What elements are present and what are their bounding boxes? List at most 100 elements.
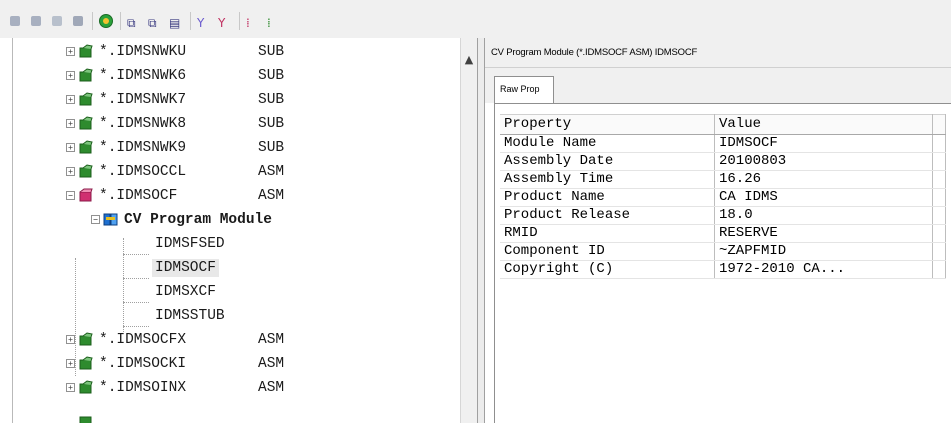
- expand-icon[interactable]: +: [66, 71, 75, 80]
- tree-item[interactable]: + *.IDMSNWK7 SUB: [13, 89, 453, 111]
- tree-item[interactable]: + *.IDMSNWK8 SUB: [13, 113, 453, 135]
- tree-leaf[interactable]: IDMSFSED: [13, 233, 453, 255]
- value-cell: 18.0: [714, 206, 933, 225]
- tree-item[interactable]: + *.IDMSOCKI ASM: [13, 353, 453, 375]
- tree-item-partial[interactable]: [13, 413, 453, 423]
- expand-icon[interactable]: ⁞: [246, 14, 260, 30]
- module-icon: [79, 416, 92, 423]
- tab-raw-prop[interactable]: Raw Prop: [494, 76, 554, 103]
- tree-item[interactable]: + *.IDMSOCCL ASM: [13, 161, 453, 183]
- extra-cell: [932, 260, 946, 279]
- tree-view-icon[interactable]: [50, 14, 64, 28]
- column-header-value[interactable]: Value: [714, 114, 933, 135]
- copy-icon[interactable]: ⧉: [127, 14, 141, 30]
- table-row[interactable]: Copyright (C) 1972-2010 CA...: [500, 260, 946, 279]
- filter-clear-icon[interactable]: Y: [218, 14, 232, 30]
- value-cell: 20100803: [714, 152, 933, 171]
- module-icon: [79, 116, 93, 130]
- tree-item[interactable]: + *.IDMSOINX ASM: [13, 377, 453, 399]
- tree-item-label: *.IDMSOCKI: [99, 356, 187, 372]
- properties-icon[interactable]: ▤: [169, 14, 183, 30]
- tree-item-type: ASM: [258, 188, 285, 204]
- property-cell: Product Release: [500, 206, 715, 225]
- value-cell: ~ZAPFMID: [714, 242, 933, 261]
- property-cell: Component ID: [500, 242, 715, 261]
- globe-refresh-icon[interactable]: [99, 14, 113, 28]
- table-row[interactable]: Product Release 18.0: [500, 206, 946, 225]
- module-icon: [79, 380, 93, 394]
- tree-item-type: SUB: [258, 68, 285, 84]
- expand-icon[interactable]: +: [66, 95, 75, 104]
- value-cell: 16.26: [714, 170, 933, 189]
- table-row[interactable]: Product Name CA IDMS: [500, 188, 946, 207]
- tree-item[interactable]: + *.IDMSOCFX ASM: [13, 329, 453, 351]
- table-row[interactable]: Component ID ~ZAPFMID: [500, 242, 946, 261]
- scroll-up-icon[interactable]: ▲: [461, 52, 477, 68]
- tree-item-type: ASM: [258, 356, 285, 372]
- extra-cell: [932, 224, 946, 243]
- column-header-property[interactable]: Property: [500, 114, 715, 135]
- extra-cell: [932, 188, 946, 207]
- extra-cell: [932, 242, 946, 261]
- extra-cell: [932, 152, 946, 171]
- tree-leaf[interactable]: IDMSSTUB: [13, 305, 453, 327]
- toolbar-separator: [92, 12, 93, 30]
- toolbar-separator: [120, 12, 121, 30]
- table-row[interactable]: Assembly Time 16.26: [500, 170, 946, 189]
- tree-item[interactable]: + *.IDMSNWKU SUB: [13, 41, 453, 63]
- tree-leaf-selected[interactable]: IDMSOCF: [13, 257, 453, 279]
- tree-item-expanded[interactable]: − CV Program Module: [13, 209, 453, 231]
- module-icon: [79, 164, 93, 178]
- stop-icon[interactable]: [8, 14, 22, 28]
- expand-icon[interactable]: +: [66, 383, 75, 392]
- list-view-icon[interactable]: [71, 14, 85, 28]
- expand-icon[interactable]: +: [66, 47, 75, 56]
- tree-item-label: IDMSFSED: [155, 236, 225, 252]
- column-header-extra[interactable]: [932, 114, 946, 135]
- module-tree[interactable]: + *.IDMSNWKU SUB + *.IDMSNWK6 SUB + *.ID…: [12, 38, 461, 423]
- tree-scrollbar[interactable]: ▲: [460, 38, 477, 423]
- toolbar-buttons: ⧉ ⧉ ▤ Y Y ⁞ ⁞: [8, 11, 288, 31]
- expand-icon[interactable]: +: [66, 119, 75, 128]
- toolbar-separator: [239, 12, 240, 30]
- tree-item-label: *.IDMSOCF: [99, 188, 178, 204]
- collapse-icon[interactable]: −: [66, 191, 75, 200]
- expand-icon[interactable]: +: [66, 167, 75, 176]
- tree-item-type: ASM: [258, 380, 285, 396]
- tree-item[interactable]: + *.IDMSNWK9 SUB: [13, 137, 453, 159]
- module-open-icon: [79, 188, 93, 202]
- expand-icon[interactable]: +: [66, 143, 75, 152]
- tree-item[interactable]: + *.IDMSNWK6 SUB: [13, 65, 453, 87]
- filter-icon[interactable]: Y: [197, 14, 211, 30]
- tree-leaf[interactable]: IDMSXCF: [13, 281, 453, 303]
- detail-pane: CV Program Module (*.IDMSOCF ASM) IDMSOC…: [485, 38, 951, 423]
- tree-item-label: IDMSSTUB: [155, 308, 225, 324]
- collapse-icon[interactable]: ⁞: [267, 14, 281, 30]
- stop-icon[interactable]: [29, 14, 43, 28]
- collapse-icon[interactable]: −: [91, 215, 100, 224]
- expand-icon[interactable]: +: [66, 359, 75, 368]
- tree-item-label: *.IDMSOCCL: [99, 164, 187, 180]
- detail-title: CV Program Module (*.IDMSOCF ASM) IDMSOC…: [485, 38, 951, 68]
- expand-icon[interactable]: +: [66, 335, 75, 344]
- tree-item-label: *.IDMSNWKU: [99, 44, 187, 60]
- module-icon: [79, 92, 93, 106]
- property-cell: Module Name: [500, 134, 715, 153]
- tree-item-type: SUB: [258, 140, 285, 156]
- tree-item-type: ASM: [258, 332, 285, 348]
- tree-item-expanded[interactable]: − *.IDMSOCF ASM: [13, 185, 453, 207]
- tree-item-label: IDMSOCF: [152, 259, 219, 277]
- tree-item-label: *.IDMSNWK6: [99, 68, 187, 84]
- extra-cell: [932, 134, 946, 153]
- property-cell: Copyright (C): [500, 260, 715, 279]
- pane-splitter[interactable]: [477, 38, 485, 423]
- cv-module-icon: [103, 213, 118, 226]
- tree-item-label: CV Program Module: [124, 212, 272, 228]
- table-row[interactable]: RMID RESERVE: [500, 224, 946, 243]
- table-row[interactable]: Assembly Date 20100803: [500, 152, 946, 171]
- toolbar-separator: [190, 12, 191, 30]
- toolbar: ⧉ ⧉ ▤ Y Y ⁞ ⁞: [0, 0, 951, 38]
- paste-icon[interactable]: ⧉: [148, 14, 162, 30]
- extra-cell: [932, 170, 946, 189]
- table-row[interactable]: Module Name IDMSOCF: [500, 134, 946, 153]
